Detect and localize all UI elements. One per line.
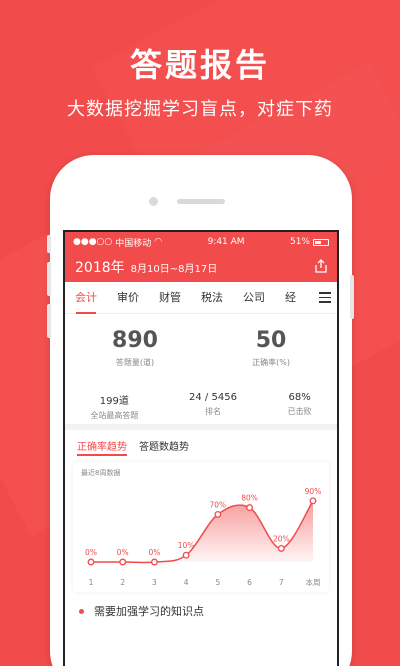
carrier-label: 中国移动 [115, 238, 152, 249]
chart-tabs: 正确率趋势 答题数趋势 [65, 430, 337, 456]
x-tick-label: 7 [279, 578, 284, 587]
data-label: 70% [210, 500, 227, 509]
data-point[interactable] [182, 551, 190, 559]
tab-subject[interactable]: 公司 [233, 282, 275, 314]
menu-icon[interactable] [319, 292, 331, 303]
tab-subject[interactable]: 财管 [149, 282, 191, 314]
x-tick-label: 2 [120, 578, 125, 587]
beaten-stat: 68% 已击败 [288, 392, 312, 424]
data-label: 80% [241, 494, 258, 503]
hero-subtitle: 大数据挖掘学习盲点，对症下药 [67, 99, 333, 120]
phone-volume-down [47, 304, 51, 338]
x-tick-label: 3 [152, 578, 157, 587]
data-point[interactable] [150, 558, 158, 566]
status-time: 9:41 AM [207, 237, 245, 247]
x-tick-label: 6 [247, 578, 252, 587]
header-year[interactable]: 2018年 [75, 257, 125, 277]
tab-subject[interactable]: 经 [275, 282, 306, 314]
detail-stats: 199道 全站最高答题 24 / 5456 排名 68% 已击败 [65, 384, 337, 430]
hero-title: 答题报告 [129, 46, 270, 84]
data-label: 90% [305, 487, 322, 496]
phone-speaker [177, 199, 225, 204]
x-tick-label: 4 [184, 578, 189, 587]
data-label: 0% [85, 548, 97, 557]
weak-points-item[interactable]: 需要加强学习的知识点 [65, 598, 337, 624]
data-label: 0% [148, 548, 160, 557]
status-bar: ●●●○○ 中国移动 ◠ 9:41 AM 51% [65, 232, 337, 252]
rank-label: 排名 [204, 407, 221, 416]
tab-accuracy-trend[interactable]: 正确率趋势 [77, 438, 127, 456]
summary-stats: 890 答题量(道) 50 正确率(%) [65, 314, 337, 384]
highest-answered-stat: 199道 全站最高答题 [90, 392, 138, 424]
data-label: 0% [117, 548, 129, 557]
phone-screen: ●●●○○ 中国移动 ◠ 9:41 AM 51% 2018年 8月10日~8月1… [63, 230, 339, 666]
x-tick-label: 1 [89, 578, 94, 587]
tab-subject[interactable]: 会计 [65, 282, 107, 314]
phone-volume-up [47, 262, 51, 296]
rank-stat: 24 / 5456 排名 [189, 392, 237, 424]
tab-subject[interactable]: 税法 [191, 282, 233, 314]
phone-mute-switch [47, 235, 51, 253]
answered-value: 890 [112, 328, 158, 353]
highest-answered-label: 全站最高答题 [90, 411, 139, 420]
data-point[interactable] [87, 558, 95, 566]
accuracy-value: 50 [255, 328, 287, 353]
report-header: 2018年 8月10日~8月17日 [65, 252, 337, 282]
share-icon[interactable] [313, 258, 329, 274]
phone-camera [149, 197, 158, 206]
answered-stat: 890 答题量(道) [112, 328, 158, 384]
beaten-label: 已击败 [287, 407, 312, 416]
battery-percent: 51% [289, 237, 310, 247]
x-tick-label: 5 [215, 578, 220, 587]
header-date-range[interactable]: 8月10日~8月17日 [131, 260, 218, 275]
phone-power-button [350, 275, 354, 319]
signal-icon: ●●●○○ [73, 237, 113, 247]
weak-points-label: 需要加强学习的知识点 [94, 605, 204, 618]
data-label: 10% [178, 541, 195, 550]
data-point[interactable] [277, 544, 285, 552]
beaten-value: 68% [288, 392, 311, 403]
wifi-icon: ◠ [154, 237, 163, 247]
trend-chart: 0%10%20%310%470%580%620%790%本周 [85, 487, 322, 587]
accuracy-label: 正确率(%) [252, 358, 290, 367]
accuracy-stat: 50 正确率(%) [252, 328, 290, 384]
x-tick-label: 本周 [306, 577, 321, 587]
data-point[interactable] [246, 504, 254, 512]
data-point[interactable] [309, 497, 317, 505]
data-point[interactable] [119, 558, 127, 566]
subject-tabs: 会计 审价 财管 税法 公司经 [65, 282, 337, 314]
highest-answered-value: 199道 [99, 396, 129, 407]
tab-subject[interactable]: 审价 [107, 282, 149, 314]
tab-answer-count-trend[interactable]: 答题数趋势 [139, 438, 189, 456]
data-point[interactable] [214, 510, 222, 518]
trend-chart-card: 最近8周数据 0% 1 0% 2 0% 3 10% 4 70% 5 80% 6 20% 7 90% 本周 [73, 462, 329, 592]
bullet-dot [79, 608, 84, 614]
battery-icon [313, 238, 329, 246]
answered-label: 答题量(道) [115, 358, 155, 367]
rank-value: 24 / 5456 [189, 392, 237, 403]
data-label: 20% [273, 534, 290, 543]
